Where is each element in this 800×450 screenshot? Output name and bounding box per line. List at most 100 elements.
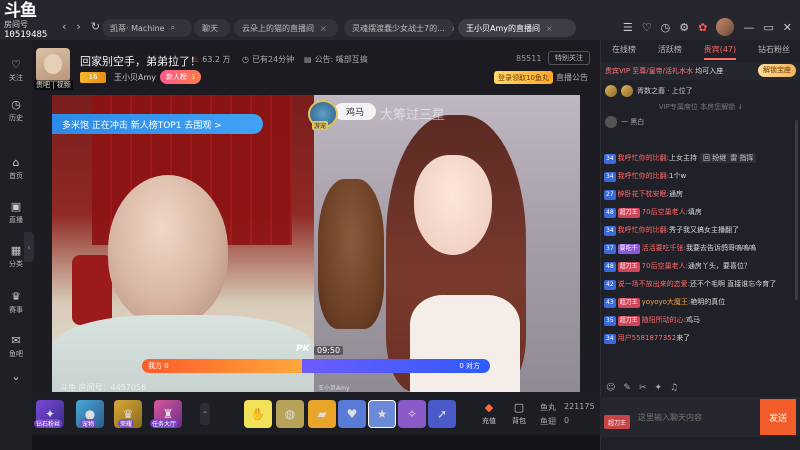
settings-icon[interactable]: ⚙ — [679, 21, 689, 34]
fishball-balance: 鱼丸 221175 — [540, 402, 595, 412]
pk-label: PK — [296, 344, 310, 354]
gold-bar-gift-icon[interactable]: ▰ — [308, 400, 336, 428]
fan-badge-selector[interactable]: 超刀王 — [604, 415, 631, 429]
gift-scroll-up[interactable]: ⌃ — [200, 403, 210, 425]
new-rank-badge[interactable]: 新人榜 1 — [160, 70, 202, 84]
level-badge: 16 — [80, 72, 106, 83]
chat-message[interactable]: 27 醉卧花下枕安眠:通房 — [604, 189, 790, 204]
sidebar-item-events[interactable]: ♛ 赛事 — [0, 290, 32, 315]
tab-amy[interactable]: 王小贝Amy的直播间 × — [458, 19, 576, 37]
chat-message[interactable]: 34 我呼忙你的比翻:1个w — [604, 171, 790, 186]
tab-online-rank[interactable]: 在线榜 — [612, 44, 636, 60]
rank-row: 胥数之裔 · 上位了 — [605, 83, 795, 99]
reply-button[interactable]: 回 纷继 — [703, 153, 726, 163]
tab-diamond-fans[interactable]: 钻石粉丝 — [758, 44, 790, 60]
chat-message[interactable]: 35 超刀王 随阳所动的心:鸡马 — [604, 315, 790, 330]
red-chair — [72, 255, 112, 325]
menu-icon[interactable]: ☰ — [623, 21, 633, 34]
emoji-icon[interactable]: ☺ — [606, 383, 615, 393]
forward-icon[interactable]: › — [76, 20, 80, 33]
chat-message[interactable]: 43 超刀王 yoyoyo大魔王:艳明的真位 — [604, 297, 790, 312]
trophy-icon: ♛ — [11, 290, 21, 303]
promo-banner[interactable]: 多米饱 正在冲击 新人榜TOP1 去围观 > — [52, 114, 263, 134]
star-gift-icon[interactable]: ★ — [368, 400, 396, 428]
send-button[interactable]: 发送 — [760, 399, 796, 435]
chat-scrollbar[interactable] — [795, 120, 798, 300]
maximize-icon[interactable]: ▭ — [763, 21, 773, 34]
live-icon: ▣ — [10, 200, 22, 213]
host-name[interactable]: 王小贝Amy — [114, 72, 156, 83]
backpack-button[interactable]: ▢ 背包 — [506, 401, 532, 429]
guest-name-tag[interactable]: 鸡马 — [334, 103, 377, 120]
tab-chat[interactable]: 聊天 — [194, 19, 230, 37]
sparkle-icon[interactable]: ✦ — [654, 383, 662, 393]
nav-arrows: ‹ › ↻ — [62, 20, 100, 33]
back-icon[interactable]: ‹ — [62, 20, 66, 33]
gift-bar: ✦ 钻石粉丝 ● 宠物 ♛ 荣耀 ♜ 任务大厅 ⌃ ✋ ◍ ▰ ♥ ★ ✧ ➚ … — [32, 395, 600, 435]
tab-cloud-cat[interactable]: 云朵上的猫的直播间 × — [234, 19, 338, 37]
sidebar-expand[interactable]: ⌄ — [0, 370, 32, 385]
scissors-icon[interactable]: ✂ — [639, 383, 647, 393]
close-icon[interactable]: × — [546, 24, 553, 33]
video-pane-host — [52, 95, 314, 392]
music-icon[interactable]: ♫ — [670, 383, 678, 393]
glowstick-gift-icon[interactable]: ✋ — [244, 400, 272, 428]
tab-active-rank[interactable]: 活跃榜 — [658, 44, 682, 60]
avatar — [605, 85, 617, 97]
chat-message[interactable]: 42 说一场不放出来的恋爱:还不个毛啊 直接谁忘今育了 — [604, 279, 790, 294]
unlock-seat-button[interactable]: 解锁宝座 — [758, 64, 796, 77]
refresh-icon[interactable]: ↻ — [91, 20, 100, 33]
chat-message[interactable]: 34 用户5581877352来了 — [604, 333, 790, 348]
confession-gift-icon[interactable]: ♥ — [338, 400, 366, 428]
sidebar-item-home[interactable]: ⌂ 首页 — [0, 156, 32, 181]
recharge-button[interactable]: ◆ 充值 — [476, 401, 502, 429]
sidebar-item-fishbar[interactable]: ✉ 鱼吧 — [0, 334, 32, 359]
sidebar-collapse-handle[interactable]: ‹ — [24, 232, 34, 262]
gift-icon[interactable]: ✿ — [698, 21, 707, 34]
report-button[interactable]: 雷 指挥 — [730, 153, 753, 163]
chat-message[interactable]: 37 要吃千 活活要吃千张:我要去告诉鸽哥嗚嗚嗚 — [604, 243, 790, 258]
heart-icon[interactable]: ♡ — [642, 21, 652, 34]
recharge-icon: ◆ — [484, 401, 494, 414]
fire-icon: ♨ — [192, 55, 200, 64]
chat-message[interactable]: 48 超刀王 70后空巢老人:填房 — [604, 207, 790, 222]
guest-top — [410, 295, 520, 392]
deer-gift-icon[interactable]: ✧ — [398, 400, 426, 428]
user-avatar[interactable] — [716, 18, 735, 36]
tab-soul-ferry[interactable]: 灵魂摆渡蠢少女战士7的...× — [344, 19, 454, 37]
close-icon[interactable]: × — [451, 24, 454, 33]
tab-search[interactable]: 凯蒂· Machine ⌕ — [102, 19, 192, 37]
live-announcement[interactable]: 直播公告 — [556, 72, 588, 83]
chat-message[interactable]: 34 我呼忙你的比翻:上女主持 — [604, 153, 790, 168]
search-icon[interactable]: ⌕ — [171, 23, 175, 33]
chat-input-area: 超刀王 发送 — [600, 397, 800, 437]
sidebar-item-history[interactable]: ◷ 历史 — [0, 98, 32, 123]
room-title: 回家别空手，弟弟拉了！ — [80, 55, 201, 68]
tab-vip[interactable]: 贵宾(47) — [703, 44, 737, 60]
guest-avatar[interactable]: 游宠 — [308, 100, 338, 130]
close-window-icon[interactable]: ✕ — [783, 21, 792, 34]
history-icon[interactable]: ◷ — [661, 21, 671, 34]
chat-message[interactable]: 34 我呼忙你的比翻:秀子我又搞女主播翻了 — [604, 225, 790, 240]
time-stat: ◷ 已有24分钟 — [242, 55, 295, 64]
chat-input[interactable] — [638, 405, 758, 429]
pk-progress-bar: 我方 0 0 对方 — [142, 359, 490, 373]
vip-note: VIP专属席位 本房您解锁 ↓ — [658, 103, 744, 111]
rocket-gift-icon[interactable]: ➚ — [428, 400, 456, 428]
special-follow-button[interactable]: 特别关注 — [548, 51, 590, 65]
bottom-strip — [32, 435, 600, 450]
follow-label[interactable]: 贵吧 | 视频 — [34, 80, 73, 90]
energy-gift-icon[interactable]: ◍ — [276, 400, 304, 428]
sidebar-item-follow[interactable]: ♡ 关注 — [0, 58, 32, 83]
pk-timer: 09:50 — [314, 346, 344, 355]
close-icon[interactable]: × — [320, 24, 327, 33]
chat-message[interactable]: 48 超刀王 70后空巢老人:通房丫头，要喜位？ — [604, 261, 790, 276]
notice-icon: ▤ — [304, 55, 312, 64]
edit-icon[interactable]: ✎ — [623, 383, 631, 393]
sidebar-item-live[interactable]: ▣ 直播 — [0, 200, 32, 225]
chat-message-list: 34 我呼忙你的比翻:上女主持 34 我呼忙你的比翻:1个w 27 醉卧花下枕安眠:通… — [604, 153, 790, 351]
bag-icon: ▢ — [513, 401, 525, 414]
minimize-icon[interactable]: — — [743, 21, 754, 34]
signin-reward-button[interactable]: 登录领取10鱼丸 — [494, 71, 553, 84]
history-icon: ◷ — [11, 98, 21, 111]
